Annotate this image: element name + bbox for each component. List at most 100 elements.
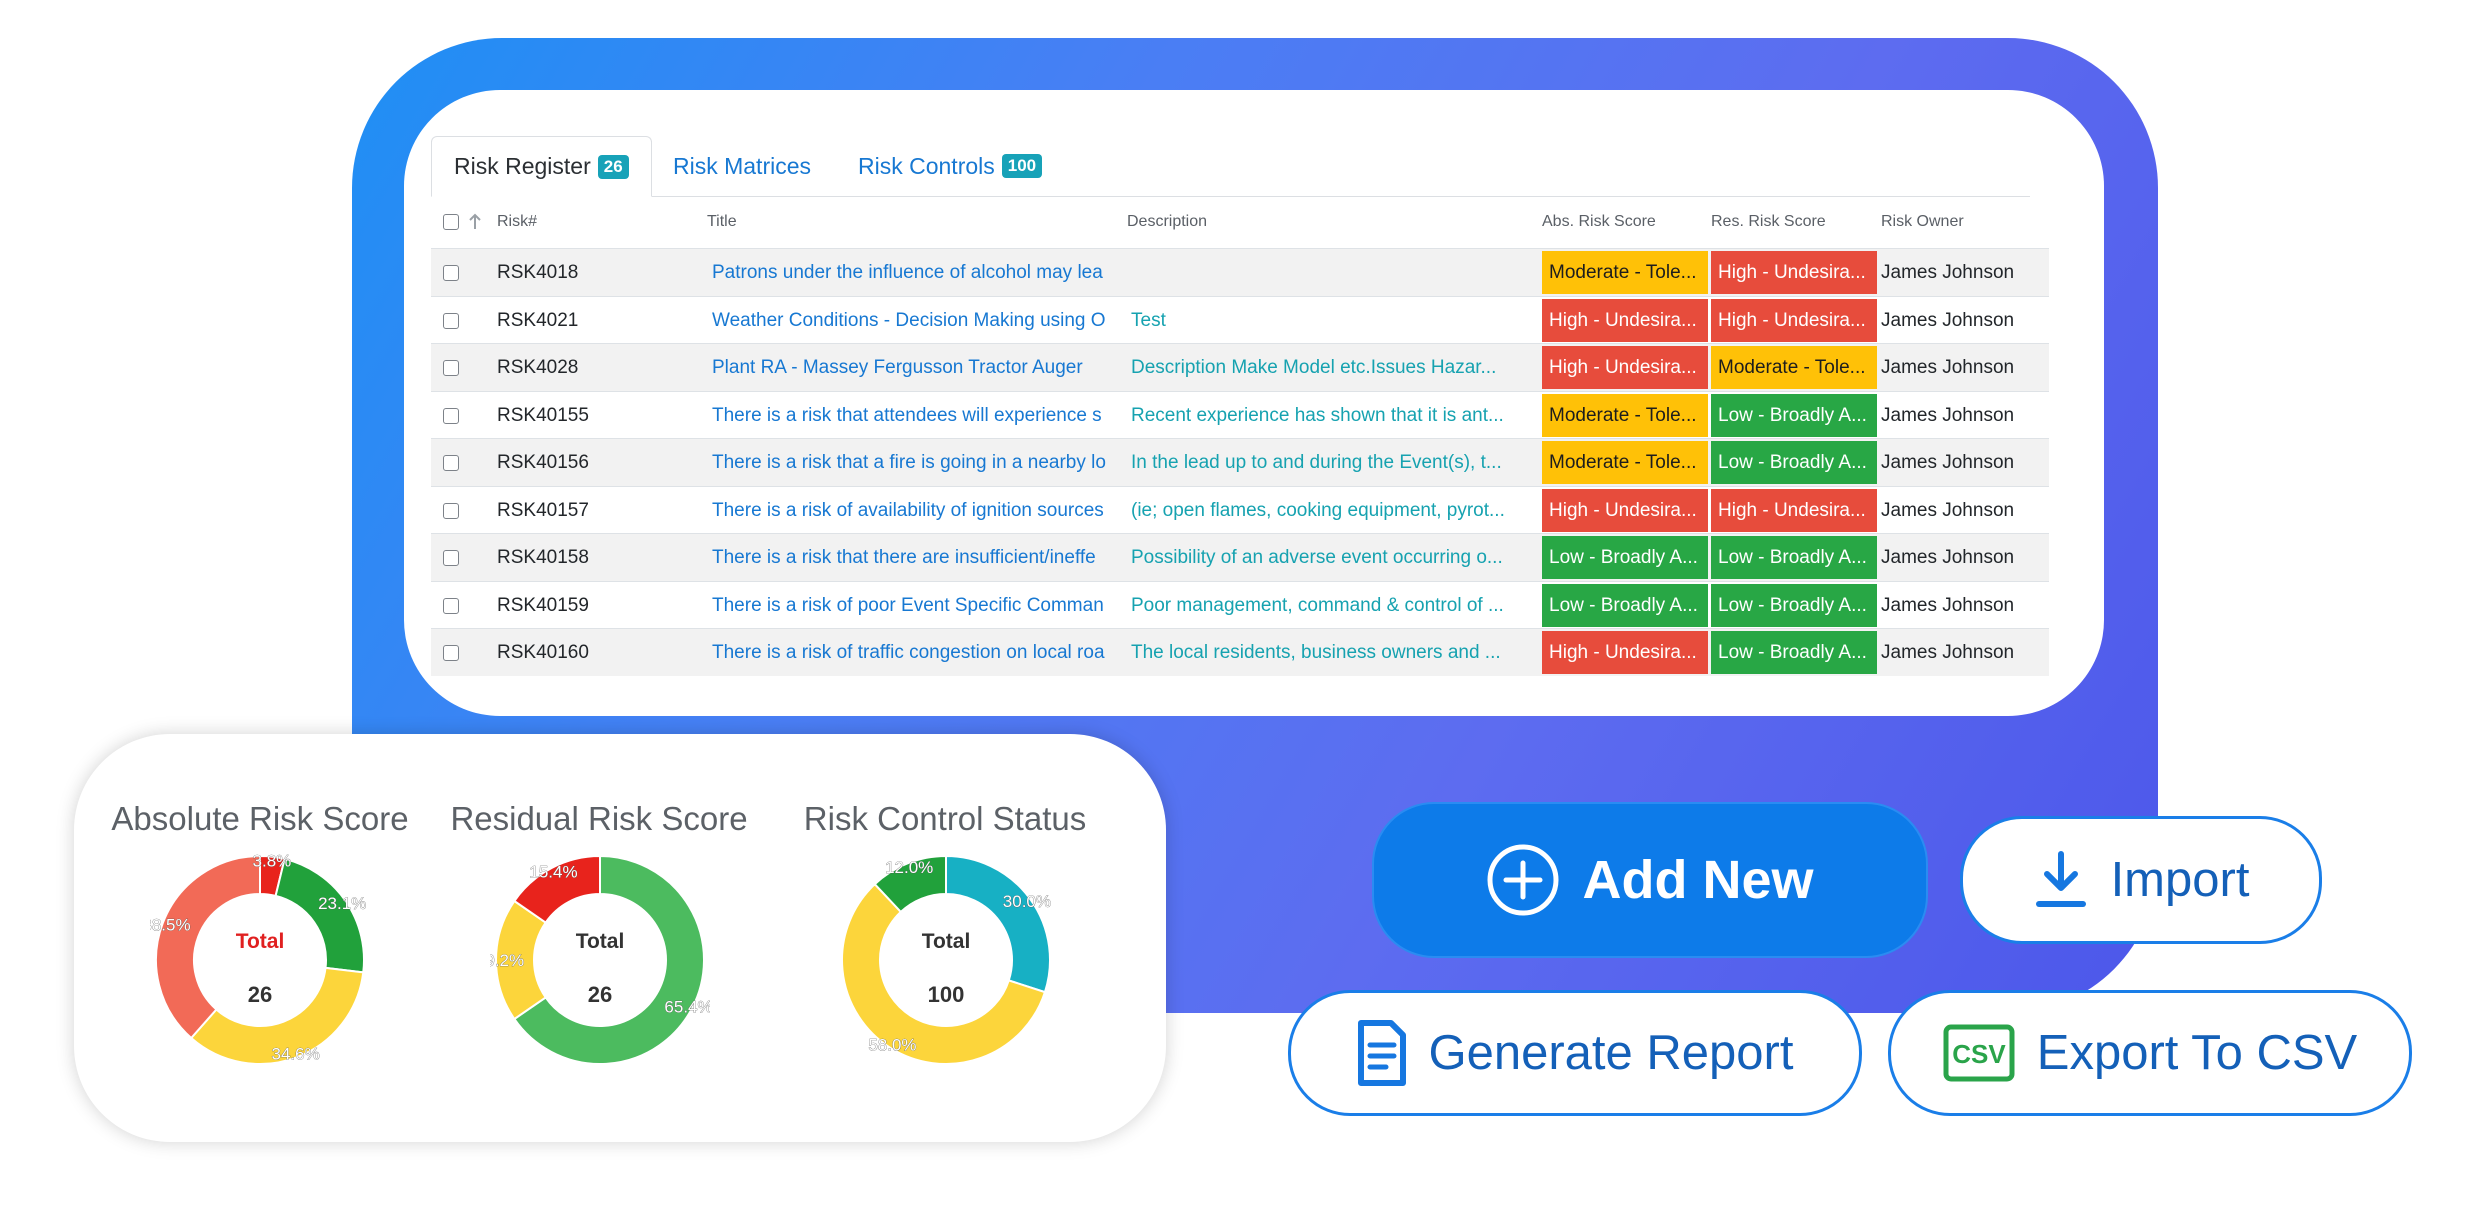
slice-percentage-label: 34.6%	[272, 1044, 320, 1063]
table-row[interactable]: RSK40156 There is a risk that a fire is g…	[431, 438, 2049, 486]
risk-title-link[interactable]: Weather Conditions - Decision Making usi…	[712, 297, 1116, 344]
slice-percentage-label: 19.2%	[490, 951, 524, 970]
col-header-abs-score[interactable]: Abs. Risk Score	[1542, 213, 1656, 231]
slice-percentage-label: 30.0%	[1003, 892, 1051, 911]
risk-description-link[interactable]: In the lead up to and during the Event(s…	[1131, 439, 1531, 486]
plus-circle-icon	[1487, 844, 1559, 916]
risk-description-link[interactable]: Possibility of an adverse event occurrin…	[1131, 534, 1531, 581]
slice-percentage-label: 38.5%	[150, 916, 191, 935]
risk-id: RSK40157	[497, 499, 589, 521]
import-button[interactable]: Import	[1960, 816, 2322, 944]
add-new-button[interactable]: Add New	[1372, 802, 1928, 958]
risk-description-link[interactable]: Test	[1131, 297, 1531, 344]
table-row[interactable]: RSK40155 There is a risk that attendees w…	[431, 390, 2049, 439]
slice-percentage-label: 12.0%	[885, 858, 933, 877]
res-score-badge: High - Undesira...	[1711, 251, 1877, 294]
table-row[interactable]: RSK4018 Patrons under the influence of al…	[431, 248, 2049, 296]
risk-owner: James Johnson	[1881, 309, 2015, 331]
res-score-badge: High - Undesira...	[1711, 488, 1877, 532]
slice-percentage-label: 23.1%	[318, 894, 366, 913]
table-row[interactable]: RSK40157 There is a risk of availability …	[431, 485, 2049, 534]
risk-description-link[interactable]: Poor management, command & control of ..…	[1131, 582, 1531, 629]
risk-owner: James Johnson	[1881, 642, 2015, 663]
count-badge: 100	[1001, 154, 1043, 178]
donut-center-label: Total	[576, 930, 625, 953]
row-checkbox[interactable]	[443, 550, 459, 566]
risk-description-link[interactable]: The local residents, business owners and…	[1131, 629, 1531, 676]
res-score-badge: High - Undesira...	[1711, 298, 1877, 342]
row-checkbox[interactable]	[443, 360, 459, 376]
document-icon	[1357, 1020, 1406, 1086]
chart-title: Residual Risk Score	[450, 800, 748, 837]
risk-description-link[interactable]: (ie; open flames, cooking equipment, pyr…	[1131, 487, 1531, 534]
col-header-description[interactable]: Description	[1127, 213, 1207, 231]
col-header-owner[interactable]: Risk Owner	[1881, 213, 1964, 231]
tab-label: Risk Matrices	[673, 152, 812, 179]
slice-percentage-label: 15.4%	[529, 862, 577, 881]
select-all-checkbox[interactable]	[443, 214, 459, 230]
abs-score-badge: High - Undesira...	[1542, 631, 1708, 674]
slice-percentage-label: 65.4%	[664, 998, 710, 1017]
sort-arrow-up-icon[interactable]	[468, 213, 482, 231]
tab-risk-matrices[interactable]: Risk Matrices	[673, 136, 811, 196]
row-checkbox[interactable]	[443, 502, 459, 519]
tab-risk-controls[interactable]: Risk Controls 100	[858, 136, 1043, 196]
risk-title-link[interactable]: Plant RA - Massey Fergusson Tractor Auge…	[712, 344, 1116, 391]
table-row[interactable]: RSK4028 Plant RA - Massey Fergusson Tract…	[431, 343, 2049, 391]
add-new-label: Add New	[1582, 850, 1814, 910]
abs-score-badge: Moderate - Tole...	[1542, 441, 1708, 484]
donut-center-value: 26	[588, 982, 612, 1007]
row-checkbox[interactable]	[443, 265, 459, 281]
residual-risk-donut: 65.4% 19.2% 15.4% Total 26	[490, 854, 710, 1065]
row-checkbox[interactable]	[443, 597, 459, 614]
risk-title-link[interactable]: There is a risk that a fire is going in …	[712, 439, 1116, 486]
table-header: Risk# Title Description Abs. Risk Score …	[431, 196, 2049, 248]
donut-slice	[945, 854, 1051, 994]
risk-title-link[interactable]: There is a risk of availability of ignit…	[712, 487, 1116, 534]
download-icon	[2035, 851, 2086, 907]
col-header-id[interactable]: Risk#	[497, 213, 537, 231]
risk-id: RSK4028	[497, 357, 579, 378]
col-header-res-score[interactable]: Res. Risk Score	[1711, 213, 1826, 231]
abs-score-badge: High - Undesira...	[1542, 298, 1708, 342]
generate-report-button[interactable]: Generate Report	[1288, 990, 1862, 1116]
risk-title-link[interactable]: There is a risk of poor Event Specific C…	[712, 582, 1116, 629]
slice-percentage-label: 58.0%	[868, 1035, 916, 1054]
import-label: Import	[2110, 853, 2250, 907]
table-row[interactable]: RSK4021 Weather Conditions - Decision Mak…	[431, 295, 2049, 344]
export-csv-label: Export To CSV	[2036, 1026, 2358, 1080]
risk-owner: James Johnson	[1881, 594, 2015, 616]
tab-label: Risk Controls	[858, 152, 995, 179]
table-row[interactable]: RSK40160 There is a risk of traffic conge…	[431, 628, 2049, 676]
risk-id: RSK40159	[497, 594, 589, 616]
col-header-title[interactable]: Title	[707, 213, 737, 231]
abs-score-badge: Low - Broadly A...	[1542, 536, 1708, 579]
row-checkbox[interactable]	[443, 407, 459, 424]
row-checkbox[interactable]	[443, 455, 459, 471]
donut-center-value: 26	[248, 982, 272, 1007]
control-status-donut: 30.0% 58.0% 12.0% Total 100	[841, 854, 1051, 1065]
row-checkbox[interactable]	[443, 312, 459, 329]
tab-risk-register[interactable]: Risk Register 26	[431, 136, 652, 197]
abs-score-badge: Moderate - Tole...	[1542, 393, 1708, 437]
risk-title-link[interactable]: There is a risk that attendees will expe…	[712, 392, 1116, 439]
risk-title-link[interactable]: There is a risk that there are insuffici…	[712, 534, 1116, 581]
table-row[interactable]: RSK40158 There is a risk that there are i…	[431, 533, 2049, 581]
risk-description-link[interactable]: Recent experience has shown that it is a…	[1131, 392, 1531, 439]
risk-title-link[interactable]: There is a risk of traffic congestion on…	[712, 629, 1116, 676]
row-checkbox[interactable]	[443, 645, 459, 661]
risk-id: RSK4021	[497, 309, 579, 331]
abs-score-badge: Low - Broadly A...	[1542, 583, 1708, 627]
risk-title-link[interactable]: Patrons under the influence of alcohol m…	[712, 249, 1116, 296]
risk-description-link[interactable]	[1131, 249, 1531, 296]
donut-center-value: 100	[928, 982, 965, 1007]
risk-owner: James Johnson	[1881, 547, 2015, 568]
res-score-badge: Low - Broadly A...	[1711, 393, 1877, 437]
csv-file-icon: CSV	[1943, 1024, 2015, 1082]
risk-owner: James Johnson	[1881, 357, 2015, 378]
risk-owner: James Johnson	[1881, 452, 2015, 473]
table-row[interactable]: RSK40159 There is a risk of poor Event Sp…	[431, 580, 2049, 629]
donut-center-label: Total	[236, 930, 285, 953]
risk-description-link[interactable]: Description Make Model etc.Issues Hazar.…	[1131, 344, 1531, 391]
export-csv-button[interactable]: CSV Export To CSV	[1888, 990, 2412, 1116]
